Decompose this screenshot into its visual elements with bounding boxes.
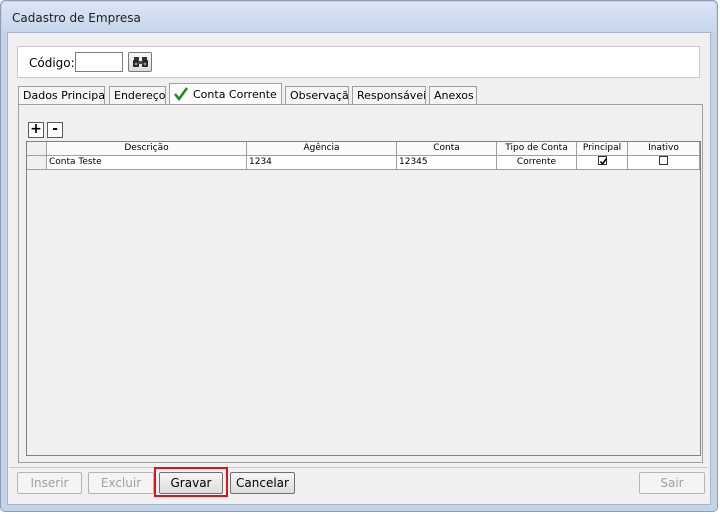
tab-endereco[interactable]: Endereço <box>109 86 166 104</box>
row-indicator[interactable] <box>27 156 47 170</box>
tab-responsaveis[interactable]: Responsáveis <box>352 86 426 104</box>
tab-label: Conta Corrente <box>193 88 277 101</box>
tab-bar: Dados Principais Endereço Conta Corrente… <box>18 83 708 105</box>
excluir-button[interactable]: Excluir <box>88 472 154 494</box>
inserir-button[interactable]: Inserir <box>17 472 82 494</box>
cell-descricao[interactable]: Conta Teste <box>47 156 247 170</box>
column-header-inativo[interactable]: Inativo <box>628 142 700 156</box>
tab-anexos[interactable]: Anexos <box>429 86 477 104</box>
contas-grid: Descrição Agência Conta Tipo de Conta Pr… <box>26 141 701 456</box>
tab-label: Anexos <box>434 89 474 102</box>
tab-dados-principais[interactable]: Dados Principais <box>18 86 105 104</box>
column-header-agencia[interactable]: Agência <box>247 142 397 156</box>
codigo-label: Código: <box>29 56 75 70</box>
sair-button[interactable]: Sair <box>639 472 705 494</box>
cell-principal <box>577 156 628 170</box>
footer-toolbar: Inserir Excluir Gravar Cancelar Sair <box>8 467 710 504</box>
checkmark-icon <box>599 158 607 166</box>
cell-tipo-conta[interactable]: Corrente <box>497 156 577 170</box>
principal-checkbox[interactable] <box>597 156 607 166</box>
search-button[interactable] <box>128 52 152 72</box>
column-header-descricao[interactable]: Descrição <box>47 142 247 156</box>
tab-label: Endereço <box>114 89 166 102</box>
window: Cadastro de Empresa Código: Dados Princi… <box>0 0 718 512</box>
binoculars-icon <box>133 57 148 67</box>
codigo-input[interactable] <box>75 52 123 72</box>
cancelar-button[interactable]: Cancelar <box>230 472 295 494</box>
add-row-button[interactable]: + <box>28 122 44 138</box>
conta-corrente-panel: + - Descrição Agência Conta Tipo de Cont… <box>18 104 703 463</box>
tab-label: Observação <box>290 89 349 102</box>
cell-inativo <box>628 156 700 170</box>
row-indicator-header <box>27 142 47 156</box>
tab-conta-corrente[interactable]: Conta Corrente <box>169 83 282 105</box>
title-bar: Cadastro de Empresa <box>2 2 716 32</box>
codigo-group: Código: <box>17 46 700 78</box>
form-client-area: Código: Dados Principais Endereço Conta … <box>7 32 711 505</box>
remove-row-button[interactable]: - <box>47 122 63 138</box>
column-header-tipo-conta[interactable]: Tipo de Conta <box>497 142 577 156</box>
column-header-principal[interactable]: Principal <box>577 142 628 156</box>
footer-divider <box>9 467 709 468</box>
column-header-conta[interactable]: Conta <box>397 142 497 156</box>
window-title: Cadastro de Empresa <box>12 11 141 25</box>
inativo-checkbox[interactable] <box>659 156 668 165</box>
gravar-button[interactable]: Gravar <box>159 472 223 494</box>
check-icon <box>174 87 188 101</box>
tab-observacao[interactable]: Observação <box>285 86 349 104</box>
cell-conta[interactable]: 12345 <box>397 156 497 170</box>
tab-label: Dados Principais <box>23 89 105 102</box>
cell-agencia[interactable]: 1234 <box>247 156 397 170</box>
tab-label: Responsáveis <box>357 89 426 102</box>
